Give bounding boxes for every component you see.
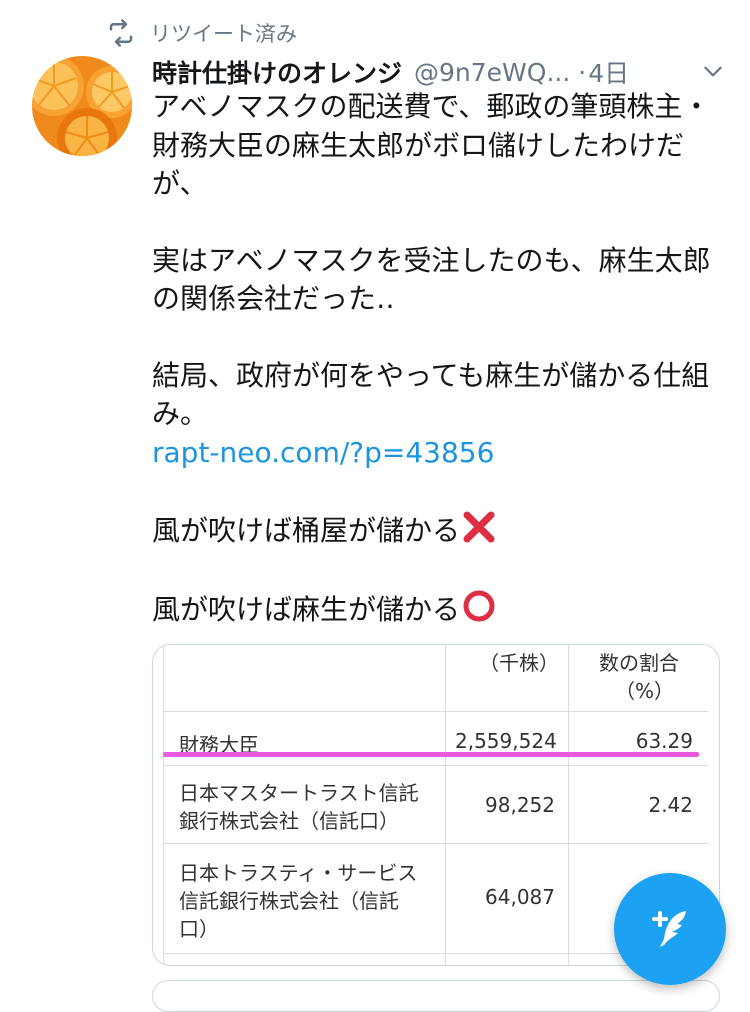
table-cell-pct: 2.42 (648, 793, 693, 817)
table-cell-name: 日本マスタートラスト信託 (179, 781, 419, 805)
table-cell-name: 信託銀行株式会社（信託 (179, 889, 399, 913)
cross-mark-emoji (463, 511, 495, 543)
table-header-ratio: 数の割合 (599, 651, 679, 675)
avatar[interactable] (32, 56, 132, 156)
tweet-line: が、 (152, 167, 208, 200)
highlight-underline (163, 752, 699, 757)
tweet-line: 実はアベノマスクを受注したのも、麻生太郎 (152, 243, 711, 277)
table-cell-name: 日本トラスティ・サービス (179, 861, 418, 885)
next-card-edge (152, 980, 720, 1012)
hollow-red-circle-emoji (463, 590, 495, 621)
tweet-line: 風が吹けば桶屋が儲かる (152, 514, 461, 547)
tweet-line: アベノマスクの配送費で、郵政の筆頭株主・ (152, 90, 711, 123)
author-name[interactable]: 時計仕掛けのオレンジ (152, 54, 402, 90)
table-cell-shares: 64,087 (485, 885, 555, 909)
tweet-line: 結局、政府が何をやっても麻生が儲かる仕組 (152, 358, 710, 392)
retweet-label: リツイート済み (150, 22, 297, 46)
compose-tweet-button[interactable] (614, 873, 726, 985)
chevron-down-icon[interactable] (700, 58, 726, 84)
tweet-line-with-emoji: 風が吹けば桶屋が儲かる (152, 510, 727, 551)
separator-dot: · (578, 57, 587, 87)
table-header-shares: （千株） (479, 651, 559, 675)
table-cell-name: 銀行株式会社（信託口） (179, 809, 399, 833)
tweet-line: み。 (152, 397, 209, 430)
tweet-text: アベノマスクの配送費で、郵政の筆頭株主・ 財務大臣の麻生太郎がボロ儲けしたわけだ… (152, 88, 727, 629)
tweet-line-with-emoji: 風が吹けば麻生が儲かる (152, 589, 727, 630)
tweet-link[interactable]: rapt-neo.com/?p=43856 (152, 436, 494, 469)
table-cell-shares: 2,559,524 (455, 729, 557, 753)
retweet-indicator: リツイート済み (106, 16, 297, 50)
compose-tweet-icon (652, 911, 686, 947)
tweet-line: の関係会社だった‥ (152, 282, 395, 315)
tweet-age[interactable]: 4日 (588, 54, 629, 90)
table-cell-name: 口） (179, 917, 219, 941)
retweet-icon (109, 19, 133, 47)
table-cell-pct: 63.29 (635, 729, 693, 753)
table-cell-shares: 98,252 (485, 793, 555, 817)
orange-slices-avatar (32, 56, 132, 156)
tweet-line: 財務大臣の麻生太郎がボロ儲けしたわけだ (152, 128, 685, 162)
tweet-header: 時計仕掛けのオレンジ @9n7eWQ... · 4日 (152, 52, 726, 92)
table-header-pct: （%） (615, 679, 675, 703)
author-handle[interactable]: @9n7eWQ... (414, 58, 570, 87)
tweet-line: 風が吹けば麻生が儲かる (152, 592, 461, 626)
